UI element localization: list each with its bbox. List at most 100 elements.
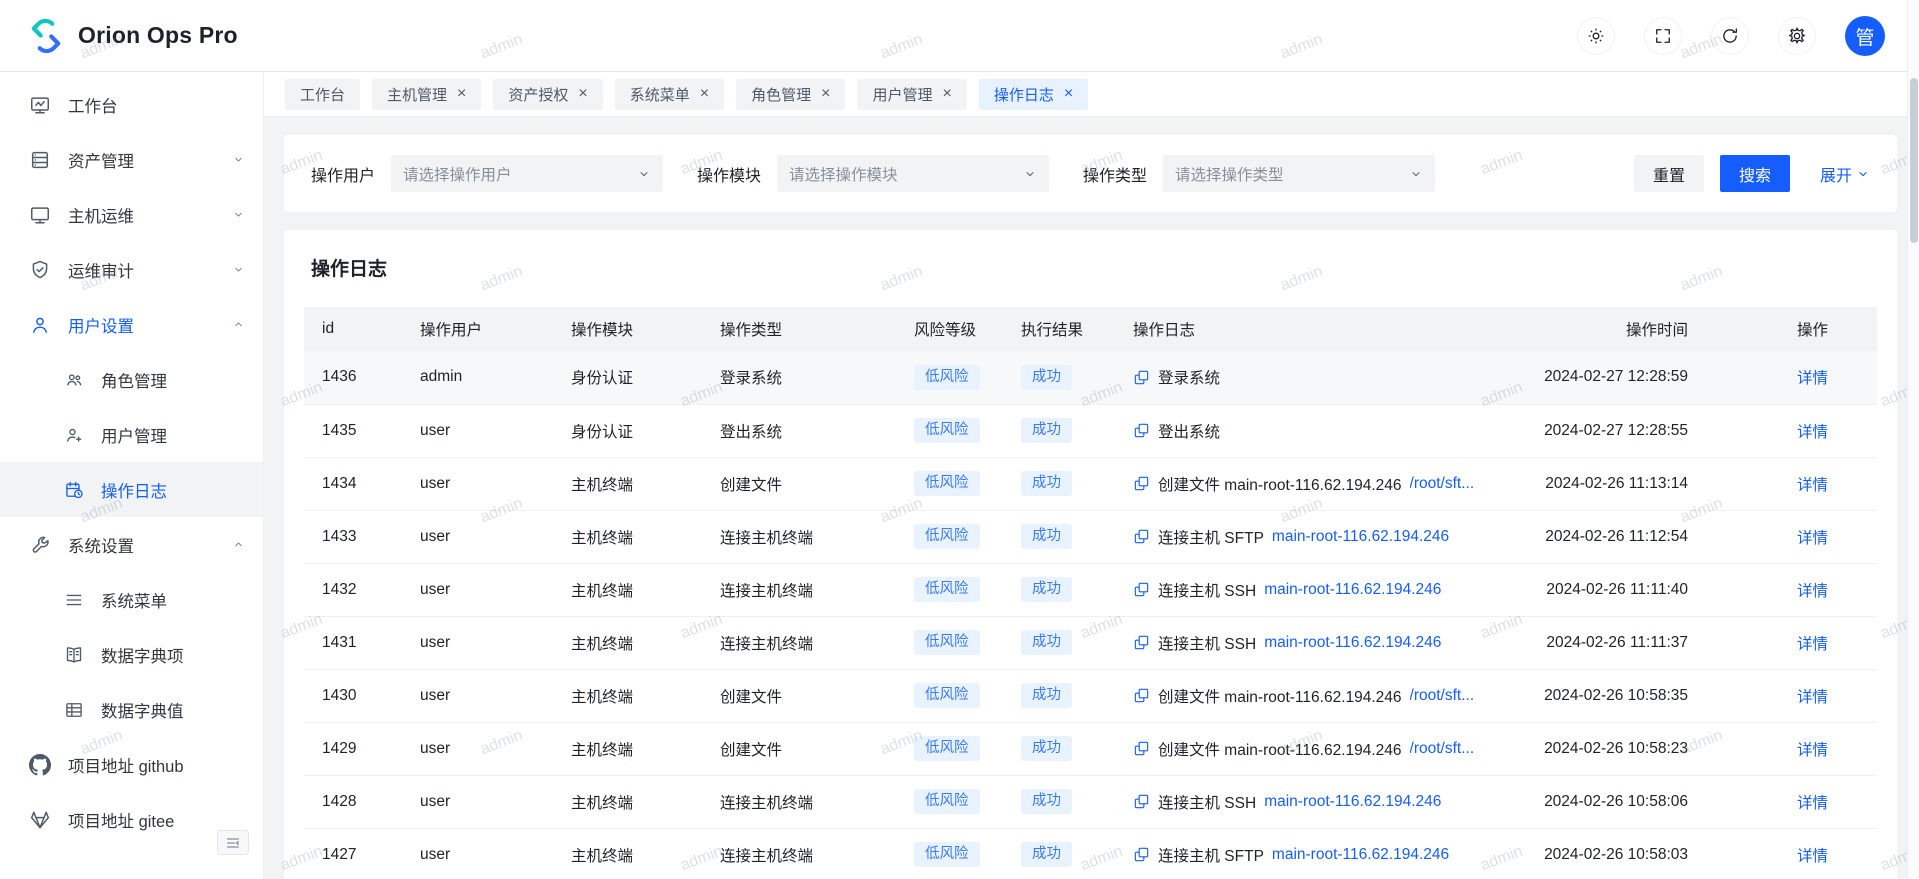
cell-action: 详情 bbox=[1724, 828, 1877, 879]
copy-log-button[interactable] bbox=[1133, 475, 1150, 492]
sidebar-item-asset-mgmt[interactable]: 资产管理 bbox=[0, 132, 263, 187]
cell-risk: 低风险 bbox=[914, 775, 1021, 828]
close-icon[interactable]: × bbox=[578, 86, 587, 102]
cell-time: 2024-02-27 12:28:59 bbox=[1526, 351, 1724, 404]
detail-link[interactable]: 详情 bbox=[1797, 477, 1828, 494]
filter-fields: 操作用户请选择操作用户操作模块请选择操作模块操作类型请选择操作类型 bbox=[311, 155, 1469, 192]
close-icon[interactable]: × bbox=[457, 86, 466, 102]
scrollbar-thumb[interactable] bbox=[1910, 78, 1918, 243]
close-icon[interactable]: × bbox=[700, 86, 709, 102]
sidebar-item-github[interactable]: 项目地址 github bbox=[0, 737, 263, 792]
sidebar-collapse-button[interactable] bbox=[217, 830, 249, 855]
cell-log: 连接主机 SSH main-root-116.62.194.246 bbox=[1133, 563, 1526, 616]
sidebar-item-sys-settings[interactable]: 系统设置 bbox=[0, 517, 263, 572]
copy-log-button[interactable] bbox=[1133, 528, 1150, 545]
scrollbar bbox=[1907, 0, 1919, 879]
copy-icon bbox=[1133, 793, 1150, 810]
tab-sys-menu[interactable]: 系统菜单× bbox=[615, 79, 724, 110]
tab-role-mgmt[interactable]: 角色管理× bbox=[736, 79, 845, 110]
detail-link[interactable]: 详情 bbox=[1797, 742, 1828, 759]
log-link[interactable]: main-root-116.62.194.246 bbox=[1264, 634, 1441, 652]
copy-log-button[interactable] bbox=[1133, 740, 1150, 757]
cell-log: 连接主机 SFTPmain-root-116.62.194.246 bbox=[1133, 510, 1526, 563]
copy-log-button[interactable] bbox=[1133, 687, 1150, 704]
detail-link[interactable]: 详情 bbox=[1797, 795, 1828, 812]
sidebar-item-op-log[interactable]: 操作日志 bbox=[0, 462, 263, 517]
log-link[interactable]: /root/sft... bbox=[1410, 740, 1475, 758]
log-text: 连接主机 SSH bbox=[1158, 579, 1256, 601]
detail-link[interactable]: 详情 bbox=[1797, 583, 1828, 600]
cell-id: 1436 bbox=[304, 351, 420, 404]
chevron-down-icon bbox=[1856, 167, 1870, 181]
theme-toggle-button[interactable] bbox=[1577, 17, 1615, 55]
close-icon[interactable]: × bbox=[821, 86, 830, 102]
sidebar-item-host-ops[interactable]: 主机运维 bbox=[0, 187, 263, 242]
copy-log-button[interactable] bbox=[1133, 422, 1150, 439]
cell-result: 成功 bbox=[1021, 351, 1133, 404]
chevron-down-icon bbox=[232, 263, 245, 276]
expand-toggle[interactable]: 展开 bbox=[1820, 162, 1870, 186]
tab-asset-auth[interactable]: 资产授权× bbox=[493, 79, 602, 110]
detail-link[interactable]: 详情 bbox=[1797, 636, 1828, 653]
sidebar-item-ops-audit[interactable]: 运维审计 bbox=[0, 242, 263, 297]
sidebar-item-sys-menu[interactable]: 系统菜单 bbox=[0, 572, 263, 627]
log-link[interactable]: main-root-116.62.194.246 bbox=[1264, 793, 1441, 811]
copy-log-button[interactable] bbox=[1133, 581, 1150, 598]
logo-icon bbox=[26, 16, 66, 56]
table-row: 1431user主机终端连接主机终端低风险成功连接主机 SSHmain-root… bbox=[304, 616, 1877, 669]
select-placeholder: 请选择操作模块 bbox=[789, 163, 1023, 185]
reset-button[interactable]: 重置 bbox=[1634, 155, 1704, 192]
app-logo: Orion Ops Pro bbox=[0, 16, 238, 56]
cell-log: 登出系统 bbox=[1133, 404, 1526, 457]
cell-time: 2024-02-26 10:58:03 bbox=[1526, 828, 1724, 879]
log-link[interactable]: /root/sft... bbox=[1410, 687, 1475, 705]
sidebar-item-label: 项目地址 gitee bbox=[68, 808, 174, 832]
detail-link[interactable]: 详情 bbox=[1797, 848, 1828, 865]
cell-module: 身份认证 bbox=[571, 404, 720, 457]
cell-id: 1434 bbox=[304, 457, 420, 510]
expand-label: 展开 bbox=[1820, 162, 1852, 186]
detail-link[interactable]: 详情 bbox=[1797, 370, 1828, 387]
op-type-select[interactable]: 请选择操作类型 bbox=[1163, 155, 1435, 192]
op-user-select[interactable]: 请选择操作用户 bbox=[391, 155, 663, 192]
filter-label: 操作用户 bbox=[311, 162, 375, 186]
sidebar-item-label: 系统菜单 bbox=[101, 588, 167, 612]
settings-button[interactable] bbox=[1778, 17, 1816, 55]
log-link[interactable]: main-root-116.62.194.246 bbox=[1272, 528, 1449, 546]
log-link[interactable]: main-root-116.62.194.246 bbox=[1272, 846, 1449, 864]
tab-host-mgmt[interactable]: 主机管理× bbox=[372, 79, 481, 110]
detail-link[interactable]: 详情 bbox=[1797, 424, 1828, 441]
tab-op-log[interactable]: 操作日志× bbox=[979, 79, 1088, 110]
sidebar-item-user-mgmt[interactable]: 用户管理 bbox=[0, 407, 263, 462]
tab-user-mgmt[interactable]: 用户管理× bbox=[857, 79, 966, 110]
cell-id: 1429 bbox=[304, 722, 420, 775]
table-row: 1428user主机终端连接主机终端低风险成功连接主机 SSHmain-root… bbox=[304, 775, 1877, 828]
copy-log-button[interactable] bbox=[1133, 634, 1150, 651]
fullscreen-button[interactable] bbox=[1644, 17, 1682, 55]
copy-log-button[interactable] bbox=[1133, 793, 1150, 810]
search-button[interactable]: 搜索 bbox=[1720, 155, 1790, 192]
cell-id: 1435 bbox=[304, 404, 420, 457]
log-text: 连接主机 SSH bbox=[1158, 791, 1256, 813]
copy-log-button[interactable] bbox=[1133, 846, 1150, 863]
sidebar-item-dict-item[interactable]: 数据字典项 bbox=[0, 627, 263, 682]
sidebar-item-dict-value[interactable]: 数据字典值 bbox=[0, 682, 263, 737]
tab-workbench[interactable]: 工作台 bbox=[285, 79, 360, 110]
detail-link[interactable]: 详情 bbox=[1797, 530, 1828, 547]
user-avatar[interactable]: 管 bbox=[1845, 16, 1885, 56]
sidebar-item-workbench[interactable]: 工作台 bbox=[0, 77, 263, 132]
log-link[interactable]: main-root-116.62.194.246 bbox=[1264, 581, 1441, 599]
refresh-button[interactable] bbox=[1711, 17, 1749, 55]
chevron-down-icon bbox=[232, 153, 245, 166]
detail-link[interactable]: 详情 bbox=[1797, 689, 1828, 706]
sidebar: 工作台资产管理主机运维运维审计用户设置角色管理用户管理操作日志系统设置系统菜单数… bbox=[0, 72, 264, 879]
op-module-select[interactable]: 请选择操作模块 bbox=[777, 155, 1049, 192]
result-badge: 成功 bbox=[1021, 471, 1072, 496]
log-link[interactable]: /root/sft... bbox=[1410, 475, 1475, 493]
copy-log-button[interactable] bbox=[1133, 369, 1150, 386]
close-icon[interactable]: × bbox=[1064, 86, 1073, 102]
sidebar-item-user-settings[interactable]: 用户设置 bbox=[0, 297, 263, 352]
sidebar-item-role-mgmt[interactable]: 角色管理 bbox=[0, 352, 263, 407]
close-icon[interactable]: × bbox=[942, 86, 951, 102]
cell-user: user bbox=[420, 775, 571, 828]
